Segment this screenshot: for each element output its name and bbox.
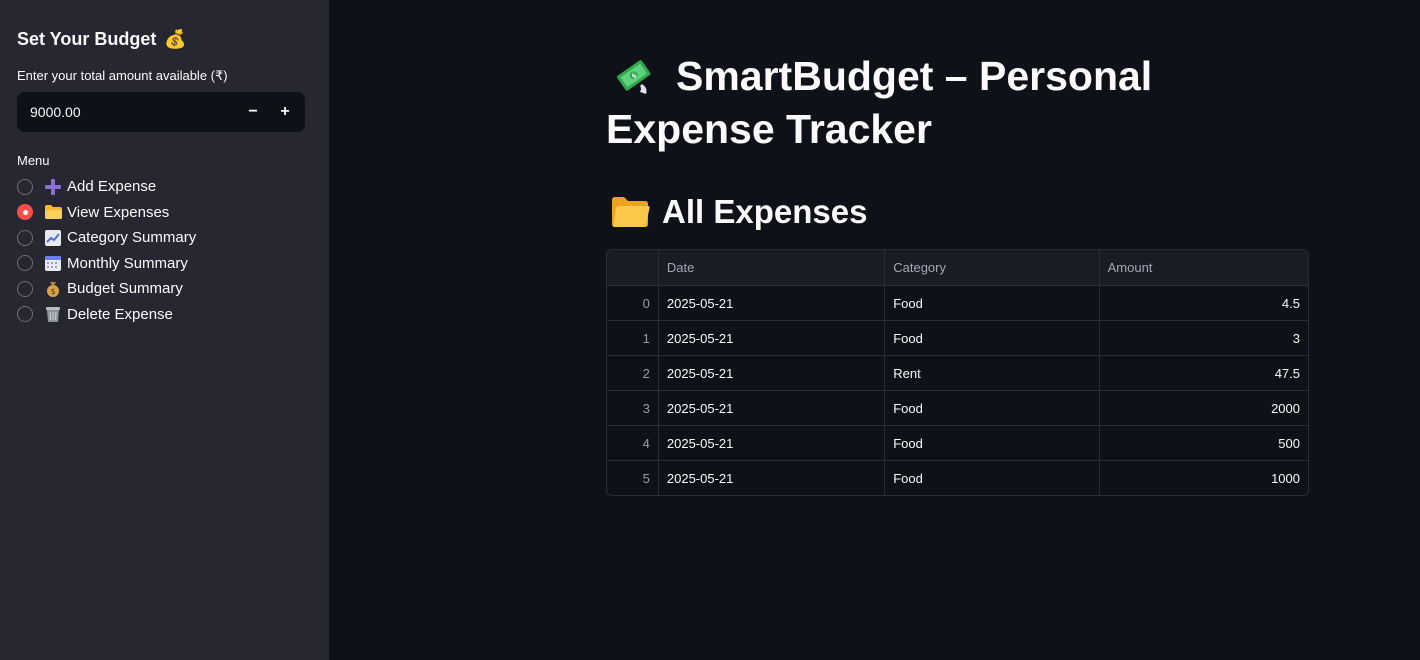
- folder-icon: [44, 203, 62, 221]
- section-title: All Expenses: [606, 192, 1309, 232]
- date-cell[interactable]: 2025-05-21: [657, 356, 884, 390]
- money-bag-icon: $: [44, 280, 62, 298]
- menu-item-add-expense[interactable]: Add Expense: [17, 174, 312, 200]
- main-content: $ SmartBudget – Personal Expense Tracker…: [606, 50, 1309, 496]
- radio-button[interactable]: [17, 178, 33, 195]
- increment-button[interactable]: +: [269, 92, 301, 132]
- row-index: 1: [642, 330, 650, 346]
- menu-item-label: Budget Summary: [67, 280, 183, 298]
- money-with-wings-icon: $: [617, 60, 651, 94]
- menu-item-delete-expense[interactable]: Delete Expense: [17, 302, 312, 328]
- expenses-table[interactable]: Date Category Amount 0 2025-05-21 Food 4…: [606, 249, 1309, 496]
- category-cell[interactable]: Food: [884, 321, 1098, 355]
- amount-cell[interactable]: 2000: [1098, 391, 1308, 425]
- menu-item-view-expenses[interactable]: View Expenses: [17, 200, 312, 226]
- table-row: 3 2025-05-21 Food 2000: [607, 390, 1308, 425]
- radio-button[interactable]: [17, 306, 33, 323]
- svg-text:$: $: [50, 287, 55, 296]
- sidebar-title: Set Your Budget 💰: [17, 26, 312, 52]
- amount-label: Enter your total amount available (₹): [17, 68, 228, 83]
- menu-item-label: Category Summary: [67, 229, 197, 247]
- menu-item-label: Monthly Summary: [67, 254, 188, 272]
- sidebar-title-text: Set Your Budget: [17, 28, 157, 49]
- header-date[interactable]: Date: [657, 250, 884, 285]
- row-index: 3: [642, 400, 650, 416]
- amount-cell[interactable]: 4.5: [1098, 286, 1308, 320]
- category-cell[interactable]: Food: [884, 461, 1098, 495]
- calendar-icon: [44, 254, 62, 272]
- menu-item-monthly-summary[interactable]: Monthly Summary: [17, 251, 312, 277]
- row-index: 5: [642, 470, 650, 486]
- menu-item-label: View Expenses: [67, 203, 170, 221]
- page-title-text: SmartBudget – Personal Expense Tracker: [606, 53, 1153, 152]
- category-cell[interactable]: Rent: [884, 356, 1098, 390]
- radio-button-selected[interactable]: [17, 204, 33, 221]
- category-cell[interactable]: Food: [884, 286, 1098, 320]
- sidebar: Set Your Budget 💰 Enter your total amoun…: [0, 0, 329, 660]
- menu-item-budget-summary[interactable]: $ Budget Summary: [17, 276, 312, 302]
- menu-label: Menu: [17, 153, 50, 168]
- amount-number-input: − +: [17, 92, 305, 132]
- table-row: 4 2025-05-21 Food 500: [607, 425, 1308, 460]
- date-cell[interactable]: 2025-05-21: [657, 321, 884, 355]
- amount-field[interactable]: [17, 92, 237, 132]
- header-index: [607, 250, 658, 285]
- menu-item-label: Add Expense: [67, 178, 157, 196]
- category-cell[interactable]: Food: [884, 426, 1098, 460]
- menu-radio-group: Add Expense View Expenses Category Summa…: [17, 174, 312, 327]
- row-index: 0: [642, 295, 650, 311]
- money-bag-icon: 💰: [164, 28, 187, 50]
- table-row: 2 2025-05-21 Rent 47.5: [607, 355, 1308, 390]
- section-title-text: All Expenses: [662, 193, 868, 230]
- trash-icon: [44, 305, 62, 323]
- menu-item-label: Delete Expense: [67, 305, 173, 323]
- header-category[interactable]: Category: [884, 250, 1098, 285]
- date-cell[interactable]: 2025-05-21: [657, 286, 884, 320]
- radio-button[interactable]: [17, 280, 33, 297]
- header-amount[interactable]: Amount: [1098, 250, 1308, 285]
- page-title: $ SmartBudget – Personal Expense Tracker: [606, 50, 1309, 156]
- amount-cell[interactable]: 3: [1098, 321, 1308, 355]
- table-header-row: Date Category Amount: [607, 250, 1308, 285]
- radio-button[interactable]: [17, 255, 33, 272]
- menu-item-category-summary[interactable]: Category Summary: [17, 225, 312, 251]
- row-index: 4: [642, 435, 650, 451]
- date-cell[interactable]: 2025-05-21: [657, 391, 884, 425]
- decrement-button[interactable]: −: [237, 92, 269, 132]
- category-cell[interactable]: Food: [884, 391, 1098, 425]
- radio-button[interactable]: [17, 229, 33, 246]
- table-row: 0 2025-05-21 Food 4.5: [607, 285, 1308, 320]
- date-cell[interactable]: 2025-05-21: [657, 461, 884, 495]
- chart-icon: [44, 229, 62, 247]
- amount-cell[interactable]: 1000: [1098, 461, 1308, 495]
- date-cell[interactable]: 2025-05-21: [657, 426, 884, 460]
- table-row: 1 2025-05-21 Food 3: [607, 320, 1308, 355]
- amount-cell[interactable]: 500: [1098, 426, 1308, 460]
- open-folder-icon: [612, 197, 650, 227]
- row-index: 2: [642, 365, 650, 381]
- table-row: 5 2025-05-21 Food 1000: [607, 460, 1308, 495]
- amount-cell[interactable]: 47.5: [1098, 356, 1308, 390]
- plus-icon: [44, 178, 62, 196]
